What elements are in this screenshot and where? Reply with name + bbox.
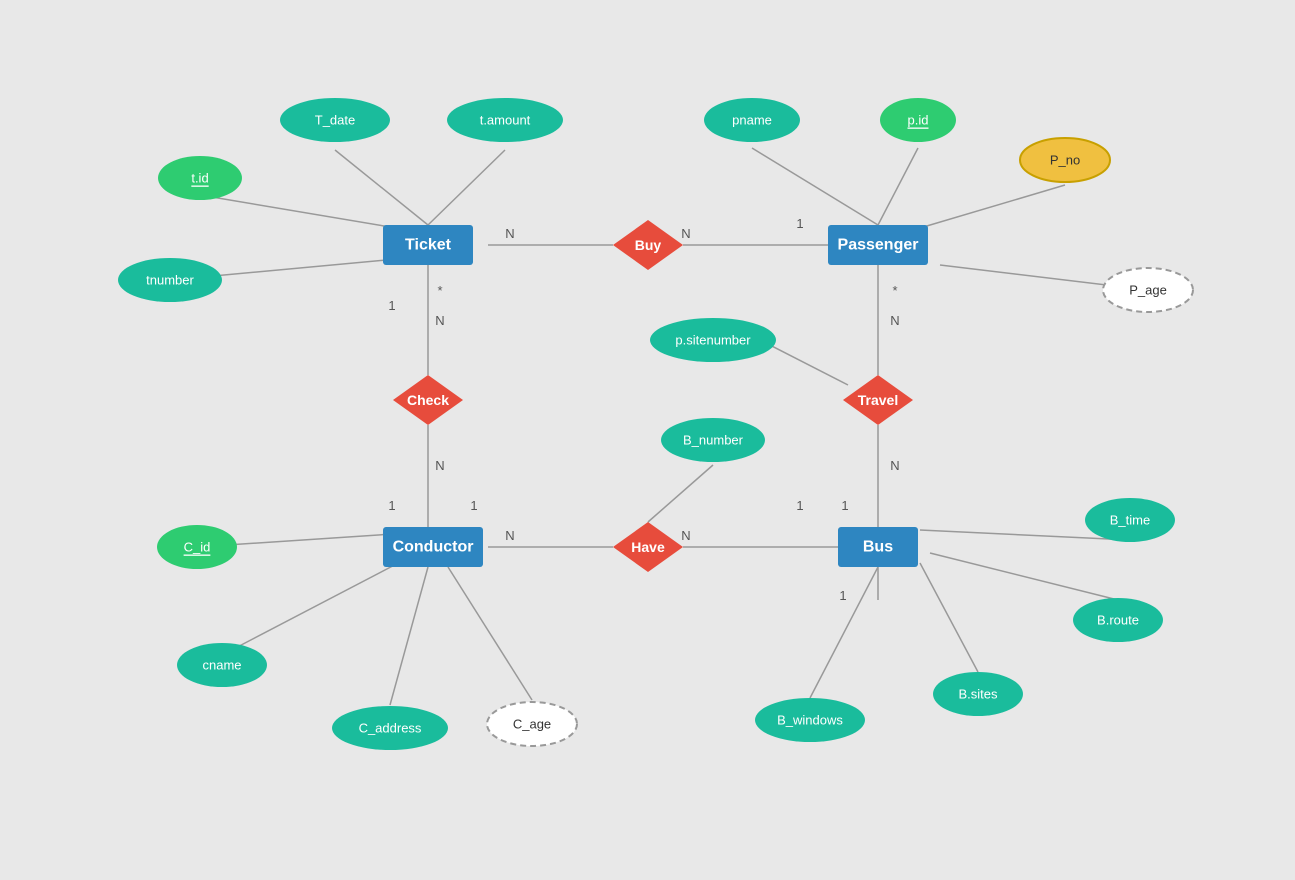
- svg-text:1: 1: [388, 298, 395, 313]
- svg-text:N: N: [681, 226, 690, 241]
- svg-text:1: 1: [841, 498, 848, 513]
- attr-p-sitenumber-label: p.sitenumber: [675, 333, 751, 348]
- attr-p-no-label: P_no: [1050, 153, 1080, 168]
- relation-buy-label: Buy: [635, 237, 662, 253]
- svg-text:*: *: [892, 283, 897, 298]
- relation-travel-label: Travel: [858, 392, 898, 408]
- attr-t-id-label: t.id: [191, 171, 208, 186]
- relation-check-label: Check: [407, 392, 449, 408]
- attr-b-time-label: B_time: [1110, 513, 1150, 528]
- attr-t-date-label: T_date: [315, 113, 355, 128]
- svg-text:1: 1: [388, 498, 395, 513]
- svg-text:1: 1: [839, 588, 846, 603]
- entity-bus-label: Bus: [863, 539, 893, 556]
- svg-text:1: 1: [796, 498, 803, 513]
- attr-cname-label: cname: [202, 658, 241, 673]
- svg-text:N: N: [505, 528, 514, 543]
- svg-text:1: 1: [470, 498, 477, 513]
- attr-c-id-label: C_id: [184, 540, 211, 555]
- attr-tnumber-label: tnumber: [146, 273, 194, 288]
- svg-text:N: N: [435, 313, 444, 328]
- svg-text:N: N: [890, 458, 899, 473]
- attr-c-address-label: C_address: [359, 721, 422, 736]
- attr-pname-label: pname: [732, 113, 772, 128]
- attr-b-number-label: B_number: [683, 433, 744, 448]
- svg-text:1: 1: [796, 216, 803, 231]
- svg-text:*: *: [437, 283, 442, 298]
- relation-have-label: Have: [631, 539, 665, 555]
- attr-t-amount-label: t.amount: [480, 113, 531, 128]
- svg-text:N: N: [435, 458, 444, 473]
- attr-c-age-label: C_age: [513, 717, 551, 732]
- entity-conductor-label: Conductor: [393, 539, 474, 556]
- entity-passenger-label: Passenger: [838, 237, 919, 254]
- entity-ticket-label: Ticket: [405, 237, 452, 254]
- attr-b-sites-label: B.sites: [958, 687, 998, 702]
- svg-text:N: N: [505, 226, 514, 241]
- svg-text:N: N: [890, 313, 899, 328]
- attr-p-id-label: p.id: [908, 113, 929, 128]
- attr-p-age-label: P_age: [1129, 283, 1167, 298]
- attr-b-route-label: B.route: [1097, 613, 1139, 628]
- svg-text:N: N: [681, 528, 690, 543]
- attr-b-windows-label: B_windows: [777, 713, 843, 728]
